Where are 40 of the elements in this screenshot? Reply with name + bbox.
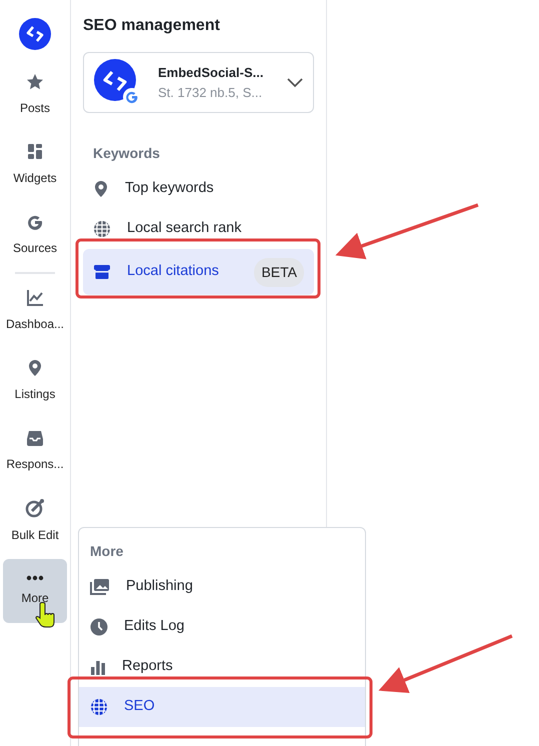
menu-item[interactable]: Reports [79, 647, 365, 687]
chevron-down-icon [287, 78, 303, 88]
sidebar-item[interactable]: Widgets [3, 133, 67, 197]
location-pin-icon [27, 359, 43, 377]
section-heading: Keywords [93, 144, 161, 163]
menu-item[interactable]: Top keywords [83, 169, 314, 209]
bar-chart-icon [90, 659, 106, 675]
star-icon [26, 73, 44, 91]
menu-item[interactable]: SEO [79, 687, 365, 727]
globe-icon [90, 698, 108, 716]
photos-icon [90, 578, 110, 596]
line-chart-icon [26, 289, 44, 307]
account-name: EmbedSocial-S... [158, 64, 264, 82]
menu-item[interactable]: Edits Log [79, 607, 365, 647]
logo-icon [19, 18, 51, 50]
sidebar-item[interactable]: Sources [3, 203, 67, 267]
account-address: St. 1732 nb.5, S... [158, 84, 264, 102]
edit-pencil-icon [25, 498, 45, 518]
panel-title: SEO management [83, 16, 221, 36]
storefront-icon [93, 263, 111, 281]
account-selector[interactable]: EmbedSocial-S... St. 1732 nb.5, S... [83, 52, 314, 113]
inbox-icon [26, 429, 44, 447]
sidebar-item[interactable]: Respons... [3, 419, 67, 483]
clock-icon [90, 618, 108, 636]
sidebar-item[interactable]: Listings [3, 349, 67, 413]
sidebar-item[interactable]: More [3, 559, 67, 623]
globe-icon [93, 220, 111, 238]
sidebar-item[interactable]: Dashboa... [3, 279, 67, 343]
sidebar-item[interactable]: Posts [3, 63, 67, 127]
g-letter-icon [26, 213, 44, 231]
location-pin-icon [93, 180, 109, 198]
beta-tag: BETA [254, 258, 304, 286]
more-dots-icon [26, 575, 44, 581]
sidebar-item[interactable]: Bulk Edit [3, 489, 67, 553]
hand-cursor-icon [36, 602, 54, 628]
widgets-icon [27, 143, 43, 161]
menu-item[interactable]: Publishing [79, 567, 365, 607]
menu-item[interactable]: Local citations BETA [83, 249, 314, 295]
menu-item[interactable]: Local search rank [83, 209, 314, 249]
menu-heading: More [89, 542, 124, 561]
